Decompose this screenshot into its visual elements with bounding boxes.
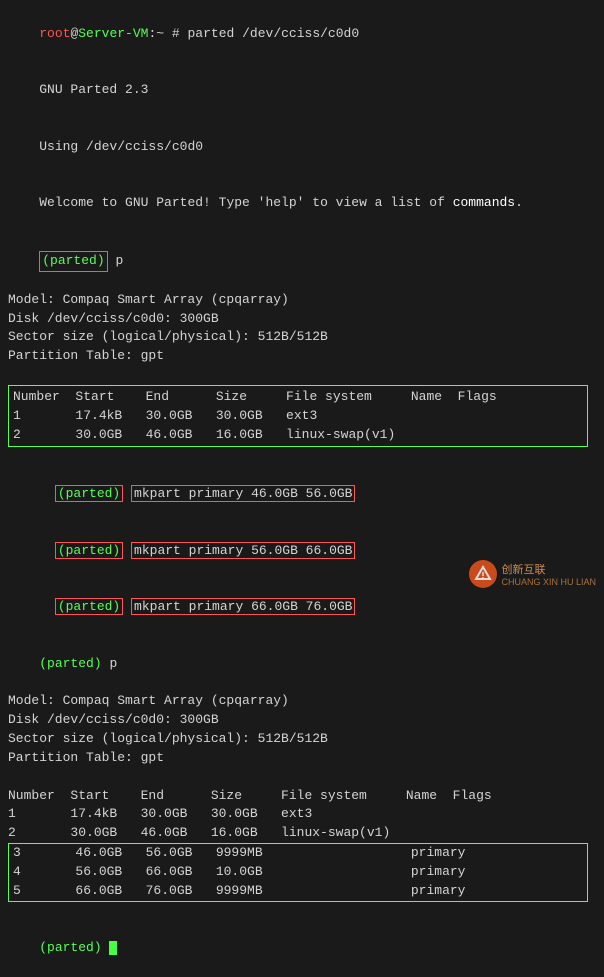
table-row-1: 1 17.4kB 30.0GB 30.0GB ext3 [13, 407, 583, 426]
mkpart-cmd-3: mkpart primary 66.0GB 76.0GB [131, 598, 355, 615]
parted-prompt-mkpart-2: (parted) [55, 542, 123, 559]
parted-prompt-box-1: (parted) [39, 251, 107, 272]
line-1: root@Server-VM:~ # parted /dev/cciss/c0d… [8, 6, 596, 63]
parted-prompt-mkpart-1: (parted) [55, 485, 123, 502]
line-blank-1 [8, 366, 596, 385]
table-row-2: 2 30.0GB 46.0GB 16.0GB linux-swap(v1) [13, 426, 583, 445]
table-row-1b: 1 17.4kB 30.0GB 30.0GB ext3 [8, 805, 596, 824]
line-model-2: Model: Compaq Smart Array (cpqarray) [8, 692, 596, 711]
line-blank-2 [8, 447, 596, 466]
line-partition-table: Partition Table: gpt [8, 347, 596, 366]
watermark-icon [469, 560, 497, 588]
mkpart-cmd-2: mkpart primary 56.0GB 66.0GB [131, 542, 355, 559]
table-row-5: 5 66.0GB 76.0GB 9999MB primary [13, 882, 583, 901]
line-sector: Sector size (logical/physical): 512B/512… [8, 328, 596, 347]
mkpart-3: (parted) mkpart primary 66.0GB 76.0GB [8, 579, 355, 636]
line-final-prompt: (parted) [8, 921, 596, 977]
line-welcome: Welcome to GNU Parted! Type 'help' to vi… [8, 176, 596, 233]
mkpart-1: (parted) mkpart primary 46.0GB 56.0GB [8, 466, 355, 523]
prompt-hash: # [164, 26, 187, 41]
line-gnu-parted: GNU Parted 2.3 [8, 63, 596, 120]
prompt-root: root [39, 26, 70, 41]
mkpart-cmd-1: mkpart primary 46.0GB 56.0GB [131, 485, 355, 502]
table-header-2: Number Start End Size File system Name F… [8, 787, 596, 806]
mkpart-2: (parted) mkpart primary 56.0GB 66.0GB [8, 523, 355, 580]
prompt-hostname: Server-VM [78, 26, 148, 41]
watermark-logo-svg [474, 565, 492, 583]
table-header-1: Number Start End Size File system Name F… [13, 388, 583, 407]
cmd-parted: parted /dev/cciss/c0d0 [188, 26, 360, 41]
cursor [109, 941, 117, 955]
watermark: 创新互联 CHUANG XIN HU LIAN [469, 560, 596, 588]
line-partition-table-2: Partition Table: gpt [8, 749, 596, 768]
table-row-2b: 2 30.0GB 46.0GB 16.0GB linux-swap(v1) [8, 824, 596, 843]
commands-highlight: commands [453, 195, 515, 210]
line-disk: Disk /dev/cciss/c0d0: 300GB [8, 310, 596, 329]
new-partition-rows: 3 46.0GB 56.0GB 9999MB primary 4 56.0GB … [8, 843, 588, 902]
line-using: Using /dev/cciss/c0d0 [8, 119, 596, 176]
partition-table-1: Number Start End Size File system Name F… [8, 385, 588, 448]
line-blank-4 [8, 902, 596, 921]
line-model: Model: Compaq Smart Array (cpqarray) [8, 291, 596, 310]
parted-prompt-final: (parted) [39, 940, 101, 955]
table-row-4: 4 56.0GB 66.0GB 10.0GB primary [13, 863, 583, 882]
parted-prompt-mkpart-3: (parted) [55, 598, 123, 615]
line-sector-2: Sector size (logical/physical): 512B/512… [8, 730, 596, 749]
parted-prompt-2: (parted) [39, 656, 101, 671]
watermark-label: 创新互联 CHUANG XIN HU LIAN [501, 561, 596, 587]
line-disk-2: Disk /dev/cciss/c0d0: 300GB [8, 711, 596, 730]
mkpart-commands-block: (parted) mkpart primary 46.0GB 56.0GB (p… [8, 466, 355, 636]
partition-table-2-container: Number Start End Size File system Name F… [8, 787, 596, 902]
line-parted-p1: (parted) p [8, 232, 596, 291]
terminal-window: root@Server-VM:~ # parted /dev/cciss/c0d… [0, 0, 604, 598]
line-parted-p2: (parted) p [8, 636, 596, 693]
prompt-tilde: ~ [156, 26, 164, 41]
table-row-3: 3 46.0GB 56.0GB 9999MB primary [13, 844, 583, 863]
line-blank-3 [8, 768, 596, 787]
